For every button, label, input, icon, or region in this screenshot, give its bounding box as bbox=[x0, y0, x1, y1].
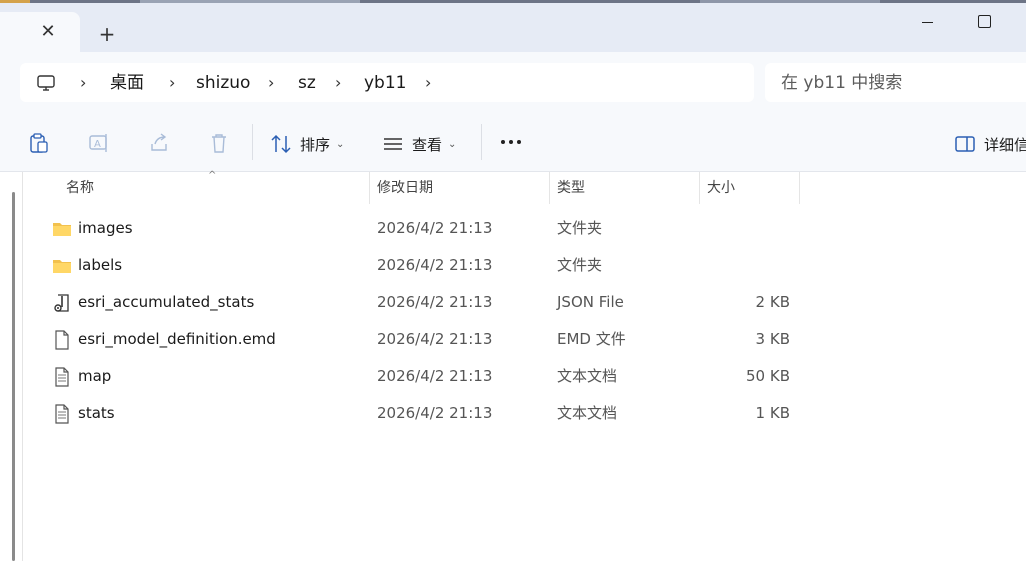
share-icon[interactable] bbox=[148, 132, 170, 154]
sort-ascending-icon: ^ bbox=[208, 170, 217, 181]
sort-label: 排序 bbox=[300, 135, 331, 154]
column-header-size[interactable]: 大小 bbox=[699, 172, 799, 204]
file-row[interactable]: esri_accumulated_stats 2026/4/2 21:13 JS… bbox=[46, 284, 806, 321]
breadcrumb-separator[interactable]: › bbox=[425, 71, 431, 95]
breadcrumb-separator[interactable]: › bbox=[169, 71, 175, 95]
file-size: 2 KB bbox=[755, 293, 790, 311]
column-header-type[interactable]: 类型 bbox=[549, 172, 699, 204]
file-modified: 2026/4/2 21:13 bbox=[377, 404, 493, 422]
file-size: 50 KB bbox=[746, 367, 790, 385]
file-type: JSON File bbox=[557, 293, 624, 311]
search-box[interactable] bbox=[765, 63, 1026, 102]
navigation-pane-scrollbar[interactable] bbox=[12, 192, 15, 561]
more-options-icon[interactable] bbox=[499, 134, 525, 150]
breadcrumb-desktop[interactable]: 桌面 bbox=[110, 71, 144, 95]
view-button[interactable]: 查看 ⌄ bbox=[382, 131, 456, 157]
title-bar: ✕ + bbox=[0, 3, 1026, 52]
file-size: 3 KB bbox=[755, 330, 790, 348]
breadcrumb-shizuo[interactable]: shizuo bbox=[196, 71, 250, 95]
active-tab[interactable]: ✕ bbox=[0, 12, 80, 52]
view-icon bbox=[384, 138, 402, 150]
file-name: stats bbox=[78, 404, 115, 422]
file-name: labels bbox=[78, 256, 123, 274]
toolbar-divider bbox=[252, 124, 253, 160]
file-row[interactable]: stats 2026/4/2 21:13 文本文档 1 KB bbox=[46, 395, 806, 432]
details-pane-button[interactable]: 详细信 bbox=[954, 131, 1026, 157]
text-file-icon bbox=[55, 404, 69, 424]
file-modified: 2026/4/2 21:13 bbox=[377, 219, 493, 237]
file-size bbox=[700, 210, 790, 247]
maximize-icon[interactable] bbox=[976, 13, 992, 29]
folder-icon bbox=[53, 223, 71, 236]
file-type: 文本文档 bbox=[557, 404, 618, 422]
new-tab-icon[interactable]: + bbox=[96, 23, 118, 45]
view-label: 查看 bbox=[412, 135, 443, 154]
breadcrumb-separator[interactable]: › bbox=[80, 71, 86, 95]
file-name: esri_model_definition.emd bbox=[78, 330, 276, 348]
file-modified: 2026/4/2 21:13 bbox=[377, 330, 493, 348]
this-pc-icon[interactable] bbox=[36, 73, 56, 93]
file-modified: 2026/4/2 21:13 bbox=[377, 256, 493, 274]
file-row[interactable]: labels 2026/4/2 21:13 文件夹 bbox=[46, 247, 806, 284]
column-divider[interactable] bbox=[799, 172, 800, 204]
column-header-modified[interactable]: 修改日期 bbox=[369, 172, 549, 204]
file-size: 1 KB bbox=[755, 404, 790, 422]
file-name: esri_accumulated_stats bbox=[78, 293, 255, 311]
folder-icon bbox=[53, 260, 71, 273]
chevron-down-icon: ⌄ bbox=[336, 138, 345, 150]
close-tab-icon[interactable]: ✕ bbox=[38, 22, 58, 42]
file-name: images bbox=[78, 219, 133, 237]
details-label: 详细信 bbox=[984, 135, 1026, 154]
sort-icon bbox=[271, 134, 291, 154]
svg-text:A: A bbox=[94, 139, 101, 150]
file-row[interactable]: esri_model_definition.emd 2026/4/2 21:13… bbox=[46, 321, 806, 358]
delete-icon[interactable] bbox=[208, 132, 230, 154]
file-name: map bbox=[78, 367, 112, 385]
rename-icon[interactable]: A bbox=[88, 132, 110, 154]
minimize-icon[interactable] bbox=[919, 17, 937, 29]
file-type: 文件夹 bbox=[557, 256, 603, 274]
address-row: › 桌面 › shizuo › sz › yb11 › bbox=[0, 52, 1026, 112]
breadcrumb-separator[interactable]: › bbox=[335, 71, 341, 95]
toolbar-divider bbox=[481, 124, 482, 160]
file-size bbox=[700, 247, 790, 284]
file-modified: 2026/4/2 21:13 bbox=[377, 293, 493, 311]
sort-button[interactable]: 排序 ⌄ bbox=[270, 131, 344, 157]
file-row[interactable]: map 2026/4/2 21:13 文本文档 50 KB bbox=[46, 358, 806, 395]
file-type: 文本文档 bbox=[557, 367, 618, 385]
paste-icon[interactable] bbox=[28, 132, 50, 154]
file-row[interactable]: images 2026/4/2 21:13 文件夹 bbox=[46, 210, 806, 247]
breadcrumb-separator[interactable]: › bbox=[268, 71, 274, 95]
file-type: 文件夹 bbox=[557, 219, 603, 237]
breadcrumb-yb11[interactable]: yb11 bbox=[364, 71, 406, 95]
file-modified: 2026/4/2 21:13 bbox=[377, 367, 493, 385]
blank-file-icon bbox=[55, 330, 69, 350]
file-type: EMD 文件 bbox=[557, 330, 626, 348]
navigation-pane-divider bbox=[22, 172, 23, 561]
command-bar: A 排序 ⌄ 查看 ⌄ 详细信 bbox=[0, 112, 1026, 172]
address-bar[interactable]: › 桌面 › shizuo › sz › yb11 › bbox=[20, 63, 754, 102]
text-file-icon bbox=[55, 367, 69, 387]
search-input[interactable] bbox=[781, 71, 1021, 95]
json-file-icon bbox=[54, 294, 69, 312]
chevron-down-icon: ⌄ bbox=[448, 138, 457, 150]
breadcrumb-sz[interactable]: sz bbox=[298, 71, 316, 95]
details-pane-icon bbox=[955, 136, 975, 152]
